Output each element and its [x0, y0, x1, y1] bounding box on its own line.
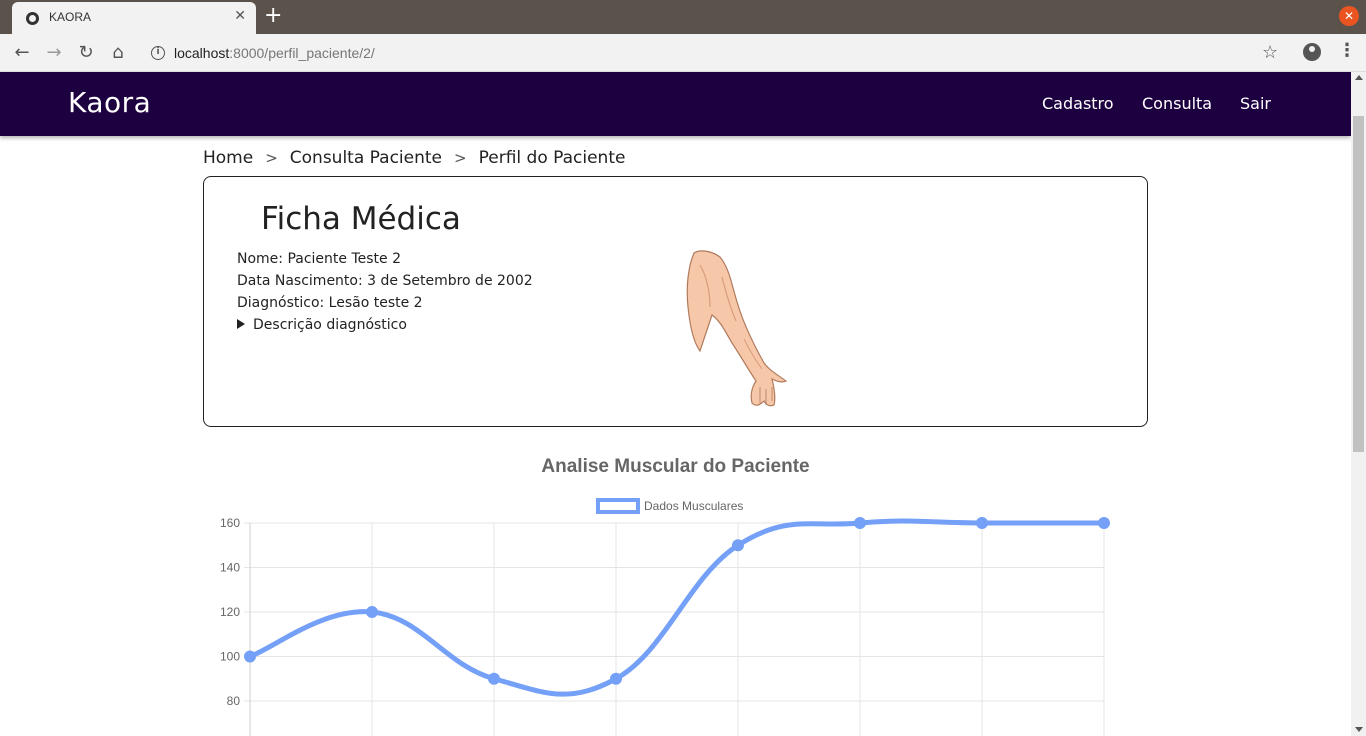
y-tick-label: 80 [227, 694, 241, 708]
browser-toolbar: ← → ↻ ⌂ i localhost:8000/perfil_paciente… [0, 34, 1366, 72]
data-point [366, 606, 378, 618]
y-tick-label: 140 [220, 561, 240, 575]
tab-title: KAORA [49, 10, 92, 24]
y-tick-label: 100 [220, 650, 240, 664]
forward-icon[interactable]: → [42, 41, 66, 65]
data-point [244, 650, 256, 663]
address-bar[interactable]: i localhost:8000/perfil_paciente/2/ [140, 38, 1290, 68]
browser-menu-icon[interactable]: ⋮ [1338, 40, 1356, 61]
page-scrollbar[interactable] [1351, 72, 1366, 736]
scroll-down-icon[interactable] [1355, 727, 1363, 732]
data-point [488, 672, 500, 685]
data-point [610, 672, 622, 685]
new-tab-icon[interactable]: + [264, 4, 282, 28]
scroll-up-icon[interactable] [1355, 75, 1363, 80]
favicon-icon [26, 12, 39, 25]
url-text[interactable]: localhost:8000/perfil_paciente/2/ [174, 45, 375, 61]
home-icon[interactable]: ⌂ [106, 41, 130, 65]
y-tick-label: 120 [220, 605, 240, 619]
window-close-icon[interactable]: ✕ [1339, 6, 1359, 26]
data-point [732, 539, 744, 552]
site-info-icon[interactable]: i [151, 46, 165, 60]
page-viewport: Kaora Cadastro Consulta Sair Home > Consul… [0, 72, 1351, 736]
reload-icon[interactable]: ↻ [74, 41, 98, 65]
browser-tab-bar: KAORA ✕ + ✕ [0, 0, 1366, 34]
back-icon[interactable]: ← [10, 41, 34, 65]
account-icon[interactable] [1303, 43, 1321, 61]
y-tick-label: 160 [220, 516, 240, 530]
scroll-thumb[interactable] [1353, 116, 1364, 452]
data-point [1098, 517, 1110, 529]
data-point [976, 517, 988, 529]
muscle-analysis-chart: 160 140 120 100 80 [220, 516, 1110, 736]
close-tab-icon[interactable]: ✕ [234, 8, 246, 24]
bookmark-star-icon[interactable]: ☆ [1262, 42, 1278, 63]
data-point [854, 517, 866, 529]
browser-tab[interactable]: KAORA ✕ [12, 2, 256, 34]
series-line-dados-musculares [249, 518, 1104, 697]
